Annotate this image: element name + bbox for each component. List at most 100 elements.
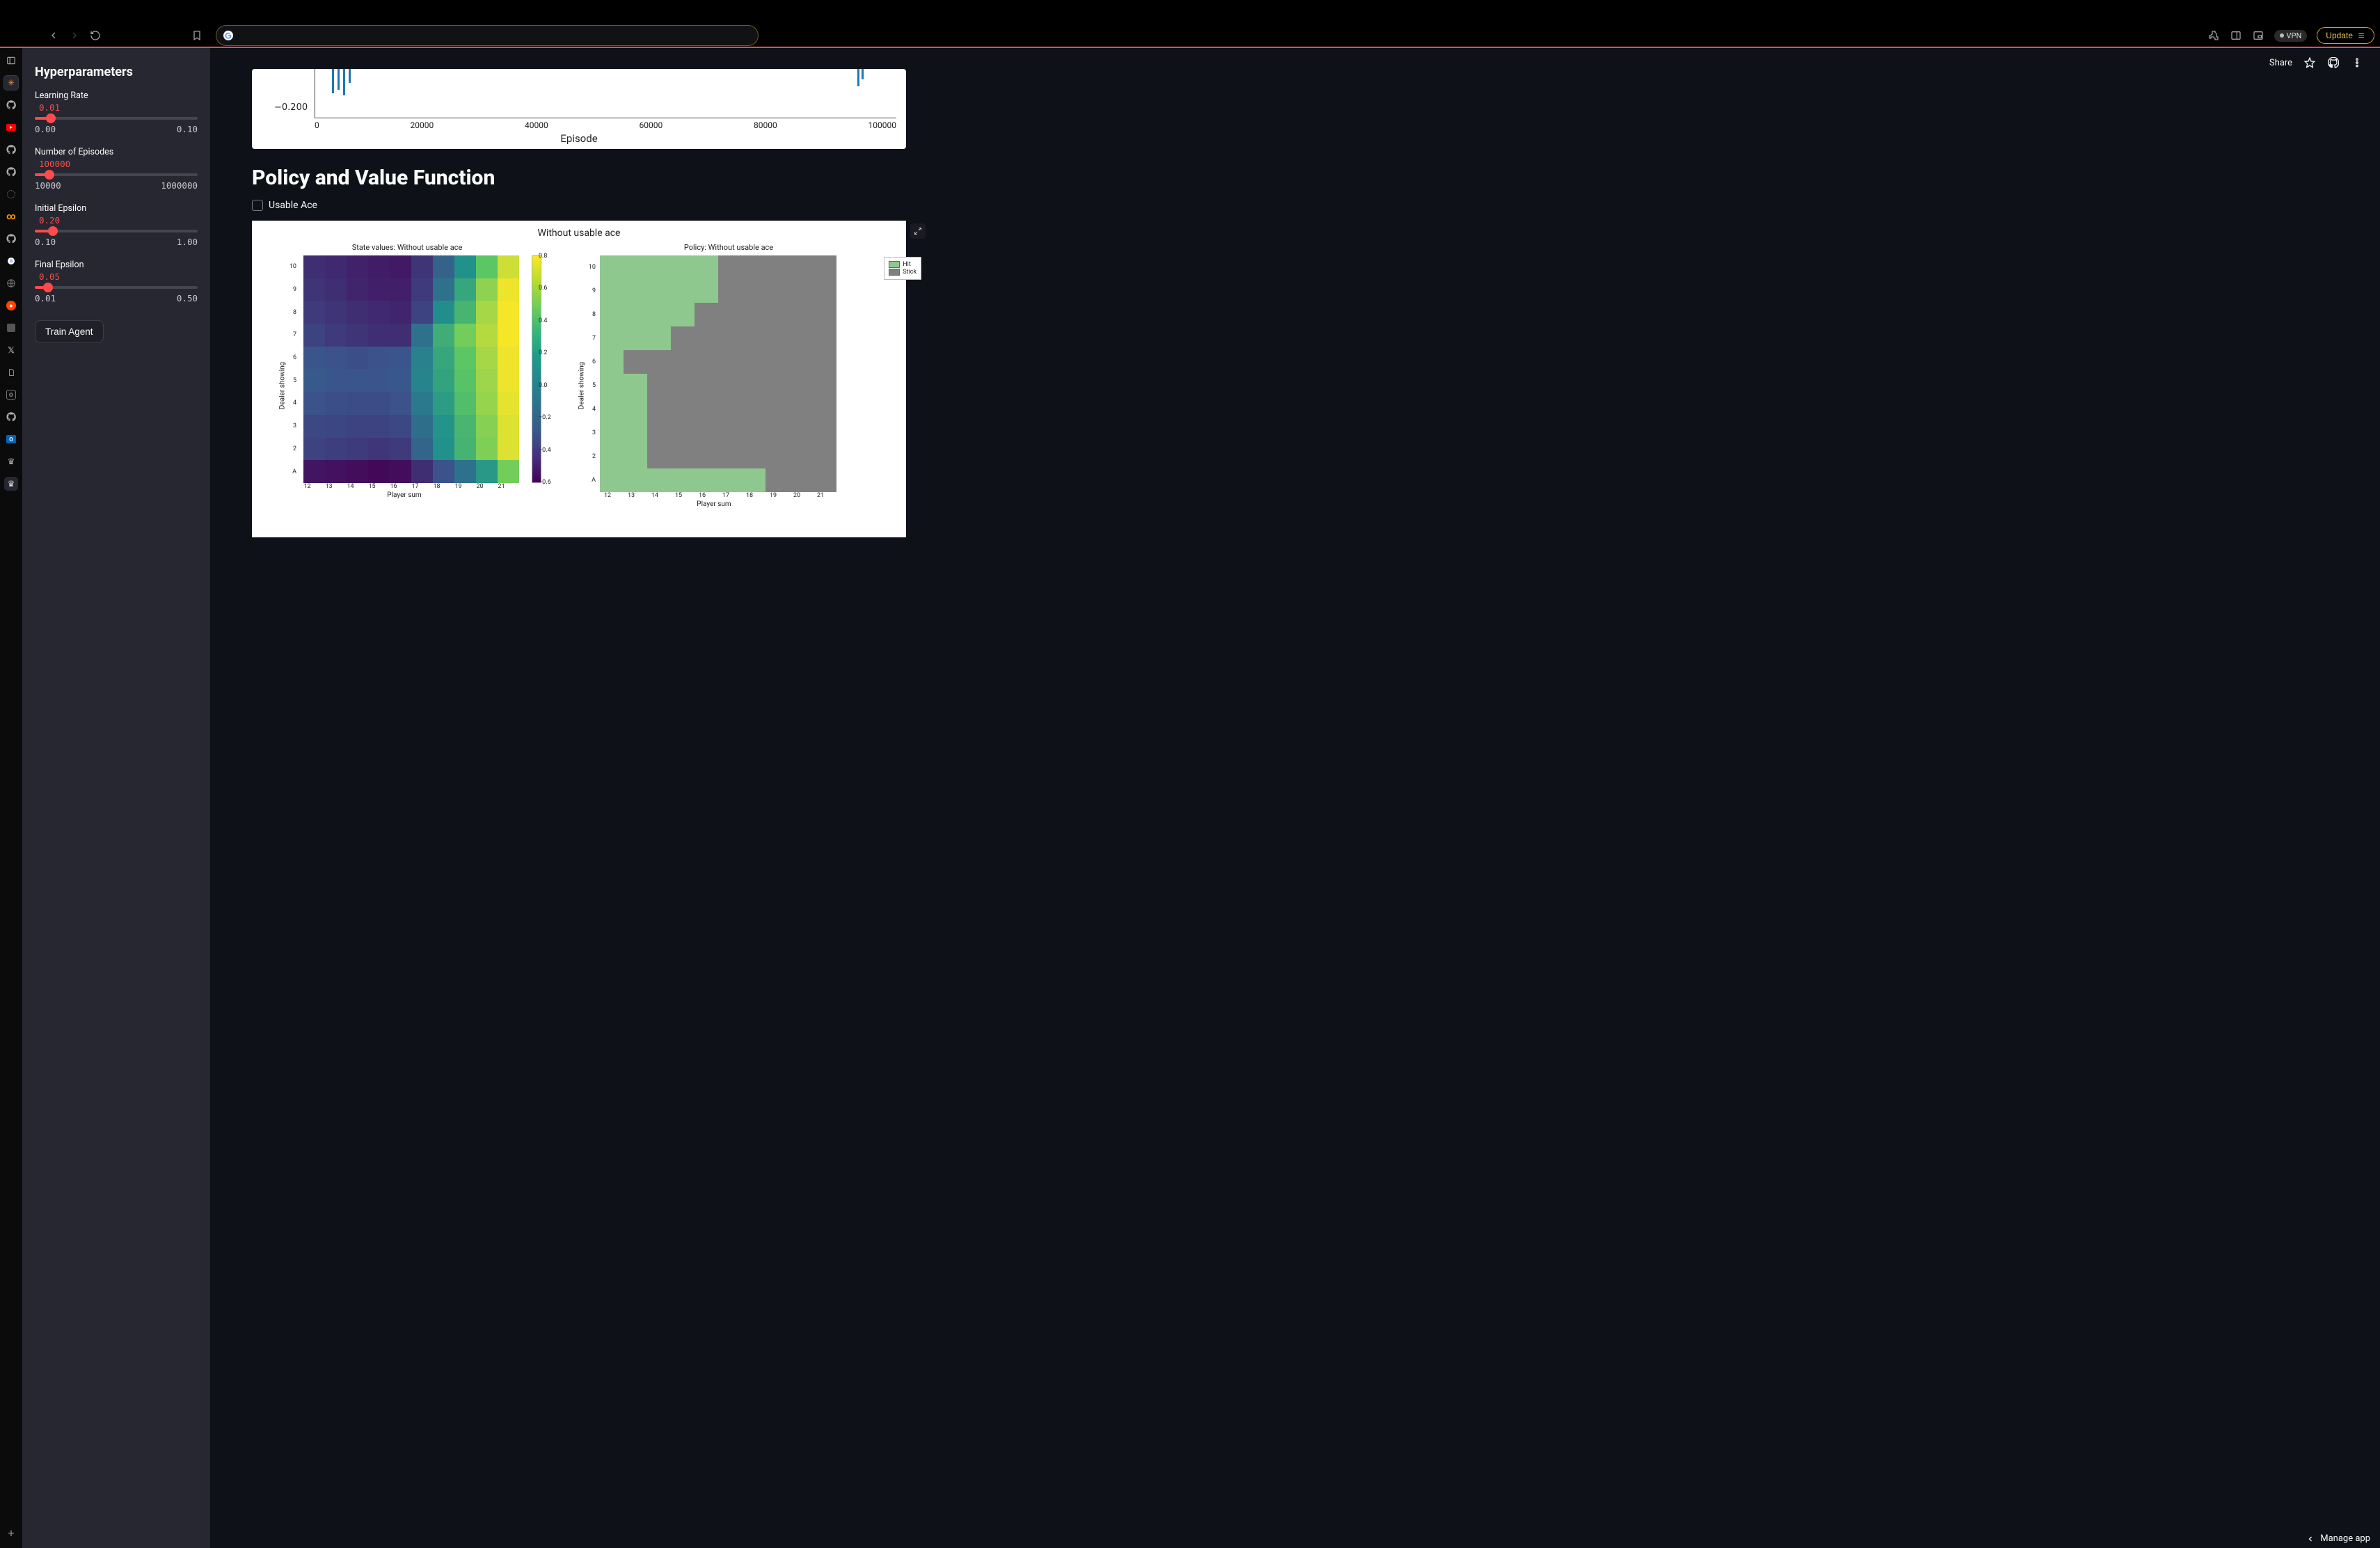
policy-cell [789,374,813,397]
rail-item-github-3[interactable] [4,165,18,179]
heatmap-xlabel: Player sum [296,491,512,499]
heatmap-cell [368,369,390,392]
heatmap-cell [325,415,347,438]
heatmap-cell [498,347,519,370]
rail-item-generic-2[interactable] [4,321,18,335]
policy-cell [765,350,789,374]
heatmap-ylabel: Dealer showing [279,361,287,409]
param-label: Final Epsilon [35,260,198,270]
policy-cell [742,326,765,350]
rail-item-outlook[interactable]: O [4,432,18,446]
panel-icon[interactable] [2230,29,2242,42]
rail-item-globe[interactable] [4,276,18,290]
sidebar: Hyperparameters Learning Rate0.010.000.1… [22,48,210,1548]
policy-cell [600,397,624,421]
policy-cell [695,445,718,468]
rail-item-youtube[interactable] [4,120,18,134]
star-icon[interactable] [2303,56,2316,69]
heatmap-cell [498,369,519,392]
heatmap-cell [476,301,498,324]
heatmap-cell [476,369,498,392]
heatmap-cell [498,460,519,483]
rail-item-colab[interactable]: ∞ [4,210,18,223]
param-3: Final Epsilon0.050.010.50 [35,260,198,303]
kebab-menu-icon[interactable] [2351,56,2363,69]
rail-item-doc[interactable] [4,365,18,379]
policy-cell [647,326,671,350]
heatmap-cell [325,392,347,415]
heatmap-cell [390,278,411,301]
param-slider[interactable] [35,286,198,289]
site-favicon [223,31,233,40]
rail-item-google[interactable]: G [4,254,18,268]
address-bar[interactable] [216,25,759,46]
heatmap-cell [303,324,325,347]
app-frame: ✳ ∞ G ● 𝕏 ❂ O ♛ ♛ + Hyperparameters Lear… [0,47,2380,1548]
policy-cell [742,303,765,326]
heatmap-cell [454,255,476,278]
train-agent-button[interactable]: Train Agent [35,320,104,343]
policy-cell [671,397,695,421]
heatmap-cell [325,347,347,370]
policy-cell [647,397,671,421]
heatmap-cell [476,255,498,278]
reload-button[interactable] [89,29,102,42]
pip-icon[interactable] [2252,29,2264,42]
rail-sidebar-icon[interactable] [4,54,18,68]
policy-cell [789,350,813,374]
policy-cell [624,421,647,445]
share-link[interactable]: Share [2269,58,2292,68]
policy-cell [671,255,695,279]
rail-item-x[interactable]: 𝕏 [4,343,18,357]
bookmark-icon[interactable] [191,29,203,42]
vpn-indicator[interactable]: VPN [2274,30,2308,42]
heatmap-cell [433,255,454,278]
policy-cell [813,303,836,326]
usable-ace-checkbox[interactable] [252,200,263,211]
policy-cell [624,303,647,326]
nav-forward-button[interactable] [68,29,81,42]
rail-item-github-2[interactable] [4,143,18,157]
rail-item-github-4[interactable] [4,232,18,246]
policy-cell [765,374,789,397]
rail-item-reddit[interactable]: ● [4,299,18,313]
heatmap-cell [390,415,411,438]
nav-back-button[interactable] [47,29,60,42]
heatmap-cell [390,392,411,415]
heatmap-cell [454,415,476,438]
param-slider[interactable] [35,117,198,120]
policy-cell [718,255,742,279]
rail-item-generic-1[interactable] [4,187,18,201]
training-ytick: −0.200 [274,102,308,113]
policy-cell [813,468,836,492]
heatmap-cell [498,255,519,278]
extensions-icon[interactable] [2207,29,2220,42]
policy-cell [695,279,718,303]
legend-hit: Hit [903,261,911,268]
rail-item-crown-2[interactable]: ♛ [4,477,18,491]
rail-add-button[interactable]: + [8,1526,14,1540]
heatmap-cell [476,438,498,461]
heatmap-cell [433,460,454,483]
github-icon[interactable] [2327,56,2340,69]
policy-cell [671,350,695,374]
manage-app-button[interactable]: Manage app [2306,1533,2370,1544]
param-slider[interactable] [35,173,198,176]
figure-expand-button[interactable] [910,223,926,239]
policy-cell [624,255,647,279]
rail-item-github[interactable] [4,98,18,112]
policy-cell [765,326,789,350]
policy-cell [671,279,695,303]
sidebar-title: Hyperparameters [35,65,198,79]
policy-cell [742,374,765,397]
heatmap-cell [411,278,433,301]
rail-item-active[interactable]: ✳ [4,76,18,90]
heatmap-cell [303,438,325,461]
param-slider[interactable] [35,230,198,232]
rail-item-openai[interactable]: ❂ [4,388,18,402]
heatmap-cell [347,301,368,324]
browser-update-button[interactable]: Update [2317,27,2374,44]
heatmap-cell [368,460,390,483]
rail-item-github-5[interactable] [4,410,18,424]
rail-item-crown-1[interactable]: ♛ [4,455,18,468]
